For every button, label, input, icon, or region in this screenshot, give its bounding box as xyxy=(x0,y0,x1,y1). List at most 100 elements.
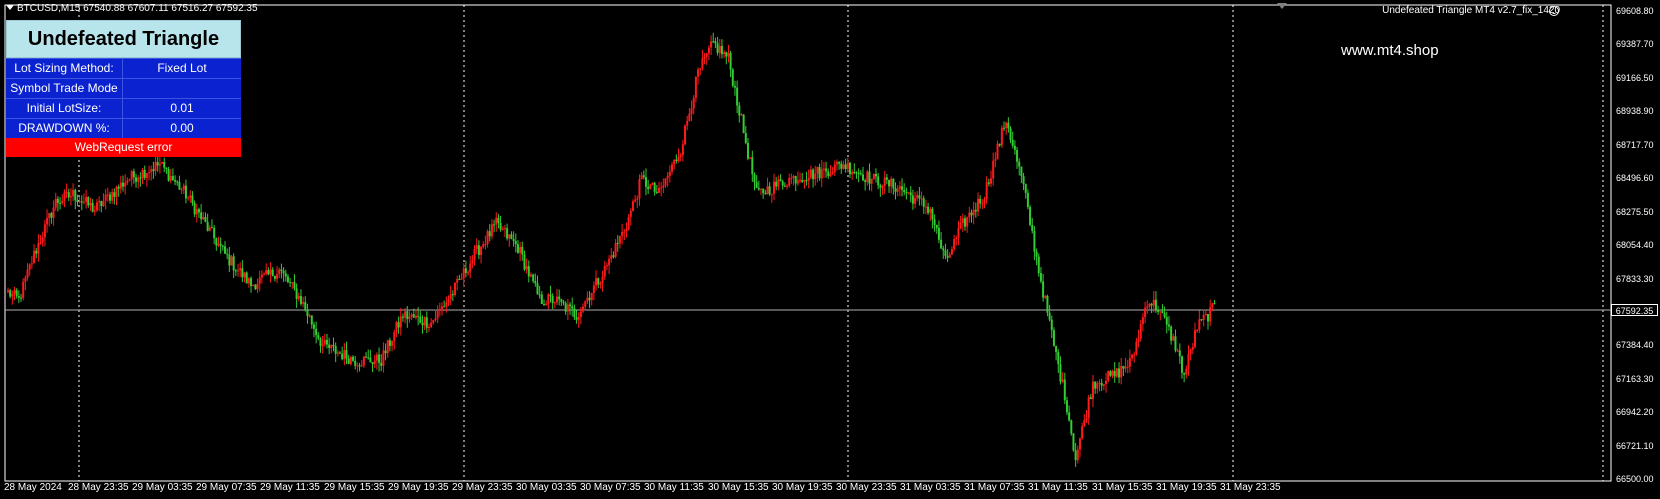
candle-body xyxy=(310,315,313,325)
candle-body xyxy=(458,279,461,281)
time-label: 31 May 03:35 xyxy=(900,482,961,493)
candle-body xyxy=(1128,358,1131,367)
candle-body xyxy=(382,350,385,366)
smiley-icon[interactable] xyxy=(1549,6,1559,16)
candle-body xyxy=(992,160,995,179)
candle-body xyxy=(388,340,391,346)
candle-body xyxy=(532,274,535,282)
candle-body xyxy=(22,281,25,298)
candle-body xyxy=(1050,319,1053,331)
price-label: 66721.10 xyxy=(1616,441,1654,451)
candle-body xyxy=(744,133,747,143)
candle-body xyxy=(1202,314,1205,320)
candle-body xyxy=(328,344,331,348)
caret-down-icon[interactable] xyxy=(6,5,14,10)
candle-body xyxy=(1124,366,1127,369)
candle-body xyxy=(380,362,383,366)
candle-body xyxy=(894,188,897,192)
candle-body xyxy=(766,186,769,195)
candle-body xyxy=(642,175,645,178)
candle-body xyxy=(163,161,166,168)
candle-body xyxy=(158,163,161,166)
candle-body xyxy=(391,341,394,346)
candle-body xyxy=(111,192,114,201)
candle-body xyxy=(809,169,812,178)
candle-body xyxy=(801,180,804,182)
candle-body xyxy=(345,350,348,359)
candle-body xyxy=(838,162,841,164)
candle-body xyxy=(67,192,70,198)
candle-body xyxy=(1163,312,1166,318)
candle-body xyxy=(846,162,849,170)
candle-body xyxy=(911,195,914,204)
candle-body xyxy=(417,315,420,317)
candle-body xyxy=(571,306,574,309)
candle-body xyxy=(1044,295,1047,298)
candle-body xyxy=(1085,417,1088,421)
candle-body xyxy=(1204,314,1207,316)
candle-body xyxy=(868,171,871,184)
period-separators xyxy=(78,5,1604,481)
candle-body xyxy=(835,162,838,165)
candle-body xyxy=(825,168,828,172)
candle-body xyxy=(193,202,196,215)
candle-body xyxy=(1213,303,1216,305)
candle-body xyxy=(11,293,14,297)
candle-body xyxy=(757,187,760,190)
candle-body xyxy=(135,177,138,182)
row-label: Symbol Trade Mode xyxy=(6,79,123,98)
candle-body xyxy=(230,256,233,266)
candle-body xyxy=(762,188,765,193)
candle-body xyxy=(108,194,111,201)
candle-body xyxy=(490,224,493,237)
candle-body xyxy=(753,174,756,183)
candle-body xyxy=(386,340,389,354)
price-chart[interactable] xyxy=(0,0,1660,499)
candle-body xyxy=(202,217,205,220)
candle-body xyxy=(124,182,127,187)
chart-shift-marker[interactable] xyxy=(1277,3,1287,9)
candle-body xyxy=(872,173,875,179)
candle-body xyxy=(666,175,669,179)
candle-body xyxy=(901,186,904,190)
candle-body xyxy=(169,176,172,181)
candle-body xyxy=(651,182,654,185)
candle-body xyxy=(1076,449,1079,461)
candle-body xyxy=(508,234,511,239)
candle-body xyxy=(467,272,470,274)
candle-body xyxy=(924,206,927,208)
candle-body xyxy=(822,168,825,170)
candle-body xyxy=(1187,354,1190,369)
candle-body xyxy=(556,296,559,303)
candle-body xyxy=(655,191,658,193)
candle-body xyxy=(397,322,400,328)
row-value: Fixed Lot xyxy=(157,61,207,75)
candle-body xyxy=(723,52,726,55)
candle-body xyxy=(929,208,932,213)
candle-body xyxy=(115,186,118,197)
candle-body xyxy=(1016,149,1019,162)
candle-body xyxy=(312,324,315,329)
candle-body xyxy=(477,245,480,256)
candle-body xyxy=(827,171,830,177)
candle-body xyxy=(955,237,958,240)
candle-body xyxy=(63,192,66,201)
row-value: 0.01 xyxy=(170,101,194,115)
candle-body xyxy=(393,332,396,342)
candle-body xyxy=(85,196,88,202)
candle-body xyxy=(1092,381,1094,399)
candle-body xyxy=(50,213,53,218)
candle-body xyxy=(907,192,910,194)
candle-body xyxy=(688,113,691,121)
candle-body xyxy=(52,207,55,218)
candle-body xyxy=(1109,371,1112,376)
candle-body xyxy=(701,58,704,69)
candle-body xyxy=(788,178,791,186)
candle-body xyxy=(215,238,218,246)
candle-body xyxy=(675,159,678,162)
candle-body xyxy=(1020,166,1023,177)
candle-body xyxy=(410,314,413,317)
candle-body xyxy=(78,201,81,203)
candle-body xyxy=(940,239,943,249)
candle-body xyxy=(603,265,606,277)
